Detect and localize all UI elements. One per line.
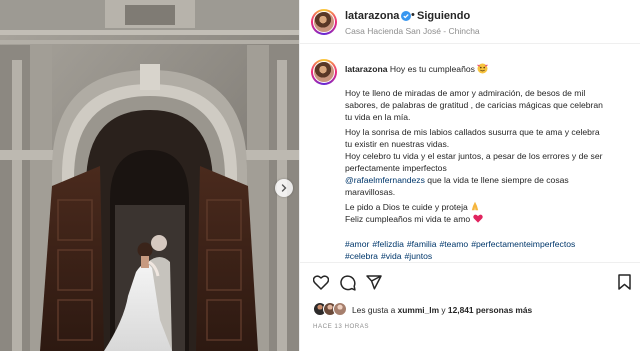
likes-prefix: Les gusta a (352, 305, 396, 315)
praying-hands-icon (471, 201, 479, 211)
caption-text-line: sabores, de palabras de gratitud , de ca… (345, 100, 603, 110)
hashtag-link[interactable]: #familia (407, 239, 437, 249)
caption-username[interactable]: latarazona (345, 64, 388, 74)
caption-text-line: perfectamente imperfectos (345, 163, 447, 173)
hashtag-link[interactable]: #amor (345, 239, 369, 249)
likes-count[interactable]: 12,841 personas más (448, 305, 532, 315)
likes-middle: y (441, 305, 446, 315)
post-timestamp[interactable]: HACE 13 HORAS (313, 323, 369, 330)
post-location[interactable]: Casa Hacienda San José - Chincha (345, 26, 480, 36)
post-details-panel: latarazona • Siguiendo Casa Hacienda San… (299, 0, 640, 351)
caption-final-line: Feliz cumpleaños mi vida te amo (345, 213, 483, 225)
following-button[interactable]: Siguiendo (417, 10, 470, 22)
hashtag-link[interactable]: #felizdia (372, 239, 404, 249)
hashtags-row: #celebra #vida #juntos (345, 250, 435, 262)
hashtag-link[interactable]: #celebra (345, 251, 378, 261)
hashtag-link[interactable]: #perfectamenteimperfectos (471, 239, 575, 249)
caption-prayer-text: Le pido a Dios te cuide y proteja (345, 202, 468, 212)
bookmark-icon[interactable] (618, 274, 631, 290)
liker-avatar (333, 302, 347, 316)
caption-text-line: maravillosas. (345, 187, 396, 197)
caption-text-line: tu existir en nuestras vidas. (345, 139, 450, 149)
author-username-text[interactable]: latarazona (345, 10, 399, 22)
separator-dot: • (411, 9, 415, 21)
likes-summary: Les gusta a xummi_lm y 12,841 personas m… (352, 305, 532, 315)
next-photo-button[interactable] (275, 179, 293, 197)
caption-mention-line: @rafaelmfernandezs que la vida te llene … (345, 174, 569, 186)
author-username[interactable]: latarazona (345, 10, 412, 22)
caption-text-line: Hoy celebro tu vida y el estar juntos, a… (345, 151, 603, 161)
caption-text-line: Hoy te lleno de miradas de amor y admira… (345, 88, 586, 98)
hashtag-link[interactable]: #vida (381, 251, 402, 261)
hashtags-row: #amor #felizdia #familia #teamo #perfectamen… (345, 238, 578, 250)
wedding-church-photo (0, 0, 299, 351)
author-avatar[interactable] (311, 9, 337, 35)
next-arrow-icon (281, 184, 287, 192)
post-photo[interactable] (0, 0, 299, 351)
caption-mention-rest: que la vida te llene siempre de cosas (424, 175, 569, 185)
liker-username[interactable]: xummi_lm (398, 305, 439, 315)
comment-icon[interactable] (340, 275, 356, 291)
caption-prayer-line: Le pido a Dios te cuide y proteja (345, 201, 480, 213)
user-mention-link[interactable]: @rafaelmfernandezs (345, 175, 425, 185)
verified-badge-icon (401, 11, 412, 21)
caption-final-text: Feliz cumpleaños mi vida te amo (345, 214, 471, 224)
hashtag-link[interactable]: #teamo (440, 239, 469, 249)
caption-text-line: Hoy la sonrisa de mis labios callados su… (345, 127, 600, 137)
caption-author-avatar[interactable] (311, 59, 337, 85)
caption-first-line: latarazona Hoy es tu cumpleaños (345, 63, 489, 75)
caption-opening-text: Hoy es tu cumpleaños (389, 64, 475, 74)
share-icon[interactable] (366, 275, 382, 290)
emoji-face-icon (477, 63, 489, 74)
hashtag-link[interactable]: #juntos (405, 251, 433, 261)
like-heart-icon[interactable] (313, 275, 329, 290)
caption-text-line: tu vida en la mía. (345, 112, 411, 122)
post-header: latarazona • Siguiendo Casa Hacienda San… (300, 0, 640, 44)
red-heart-icon (472, 214, 483, 223)
caption-area: latarazona Hoy es tu cumpleaños Hoy te l… (300, 44, 640, 262)
